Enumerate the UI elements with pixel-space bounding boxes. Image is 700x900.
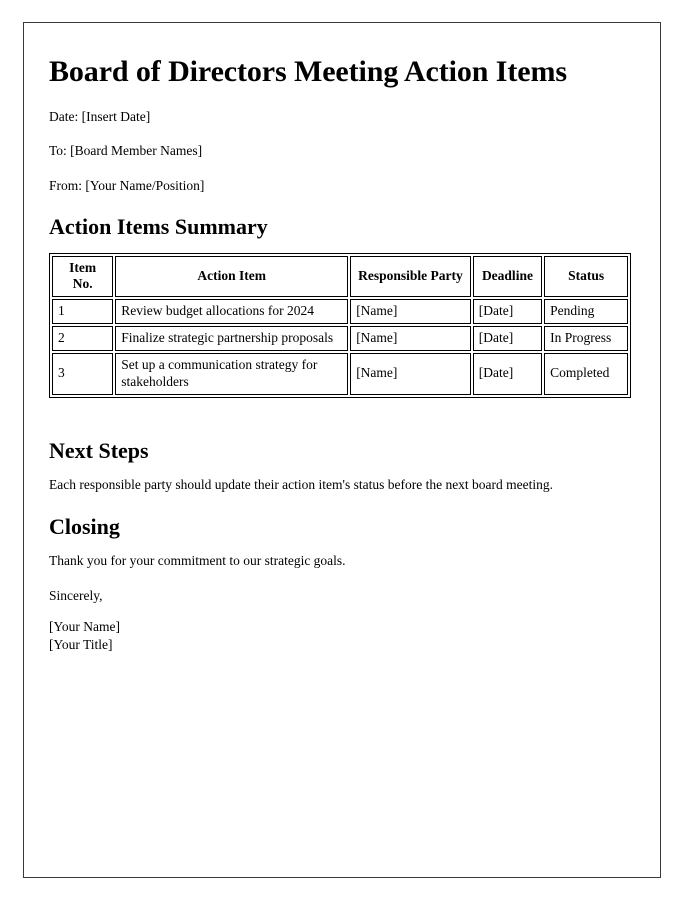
- cell-item-no: 1: [52, 299, 114, 325]
- next-steps-paragraph: Each responsible party should update the…: [49, 477, 554, 493]
- cell-item-no: 2: [52, 326, 114, 352]
- cell-item-no: 3: [52, 353, 114, 395]
- cell-deadline: [Date]: [472, 326, 543, 352]
- cell-deadline: [Date]: [472, 353, 543, 395]
- cell-responsible-party: [Name]: [350, 353, 471, 395]
- section-heading-closing: Closing: [49, 513, 120, 539]
- cell-deadline: [Date]: [472, 299, 543, 325]
- cell-status: Pending: [544, 299, 628, 325]
- meta-from-line: From: [Your Name/Position]: [49, 177, 205, 193]
- cell-responsible-party: [Name]: [350, 299, 471, 325]
- column-header-deadline: Deadline: [472, 255, 543, 298]
- document-page: Board of Directors Meeting Action Items …: [23, 22, 661, 878]
- table-row: 3 Set up a communication strategy for st…: [52, 353, 628, 395]
- cell-action-item: Review budget allocations for 2024: [115, 299, 349, 325]
- column-header-action-item: Action Item: [115, 255, 349, 298]
- signature-title: [Your Title]: [49, 637, 113, 653]
- table-spacer: [49, 404, 609, 418]
- column-header-item-no: Item No.: [52, 255, 114, 298]
- signature-name: [Your Name]: [49, 619, 120, 635]
- section-heading-next-steps: Next Steps: [49, 437, 149, 463]
- action-items-table: Item No. Action Item Responsible Party D…: [49, 252, 631, 398]
- table-header-row: Item No. Action Item Responsible Party D…: [52, 255, 628, 298]
- document-content: Board of Directors Meeting Action Items …: [49, 43, 631, 655]
- meta-to-line: To: [Board Member Names]: [49, 143, 203, 159]
- cell-responsible-party: [Name]: [350, 326, 471, 352]
- signature-block: [Your Name] [Your Title]: [49, 618, 609, 654]
- column-header-status: Status: [544, 255, 628, 298]
- page-title: Board of Directors Meeting Action Items: [49, 55, 567, 88]
- section-heading-action-items-summary: Action Items Summary: [49, 214, 268, 240]
- cell-status: In Progress: [544, 326, 628, 352]
- cell-status: Completed: [544, 353, 628, 395]
- closing-paragraph: Thank you for your commitment to our str…: [49, 553, 346, 569]
- meta-date-line: Date: [Insert Date]: [49, 108, 151, 124]
- table-row: 1 Review budget allocations for 2024 [Na…: [52, 299, 628, 325]
- cell-action-item: Set up a communication strategy for stak…: [115, 353, 349, 395]
- column-header-responsible-party: Responsible Party: [350, 255, 471, 298]
- table-row: 2 Finalize strategic partnership proposa…: [52, 326, 628, 352]
- sign-off-line: Sincerely,: [49, 587, 103, 603]
- cell-action-item: Finalize strategic partnership proposals: [115, 326, 349, 352]
